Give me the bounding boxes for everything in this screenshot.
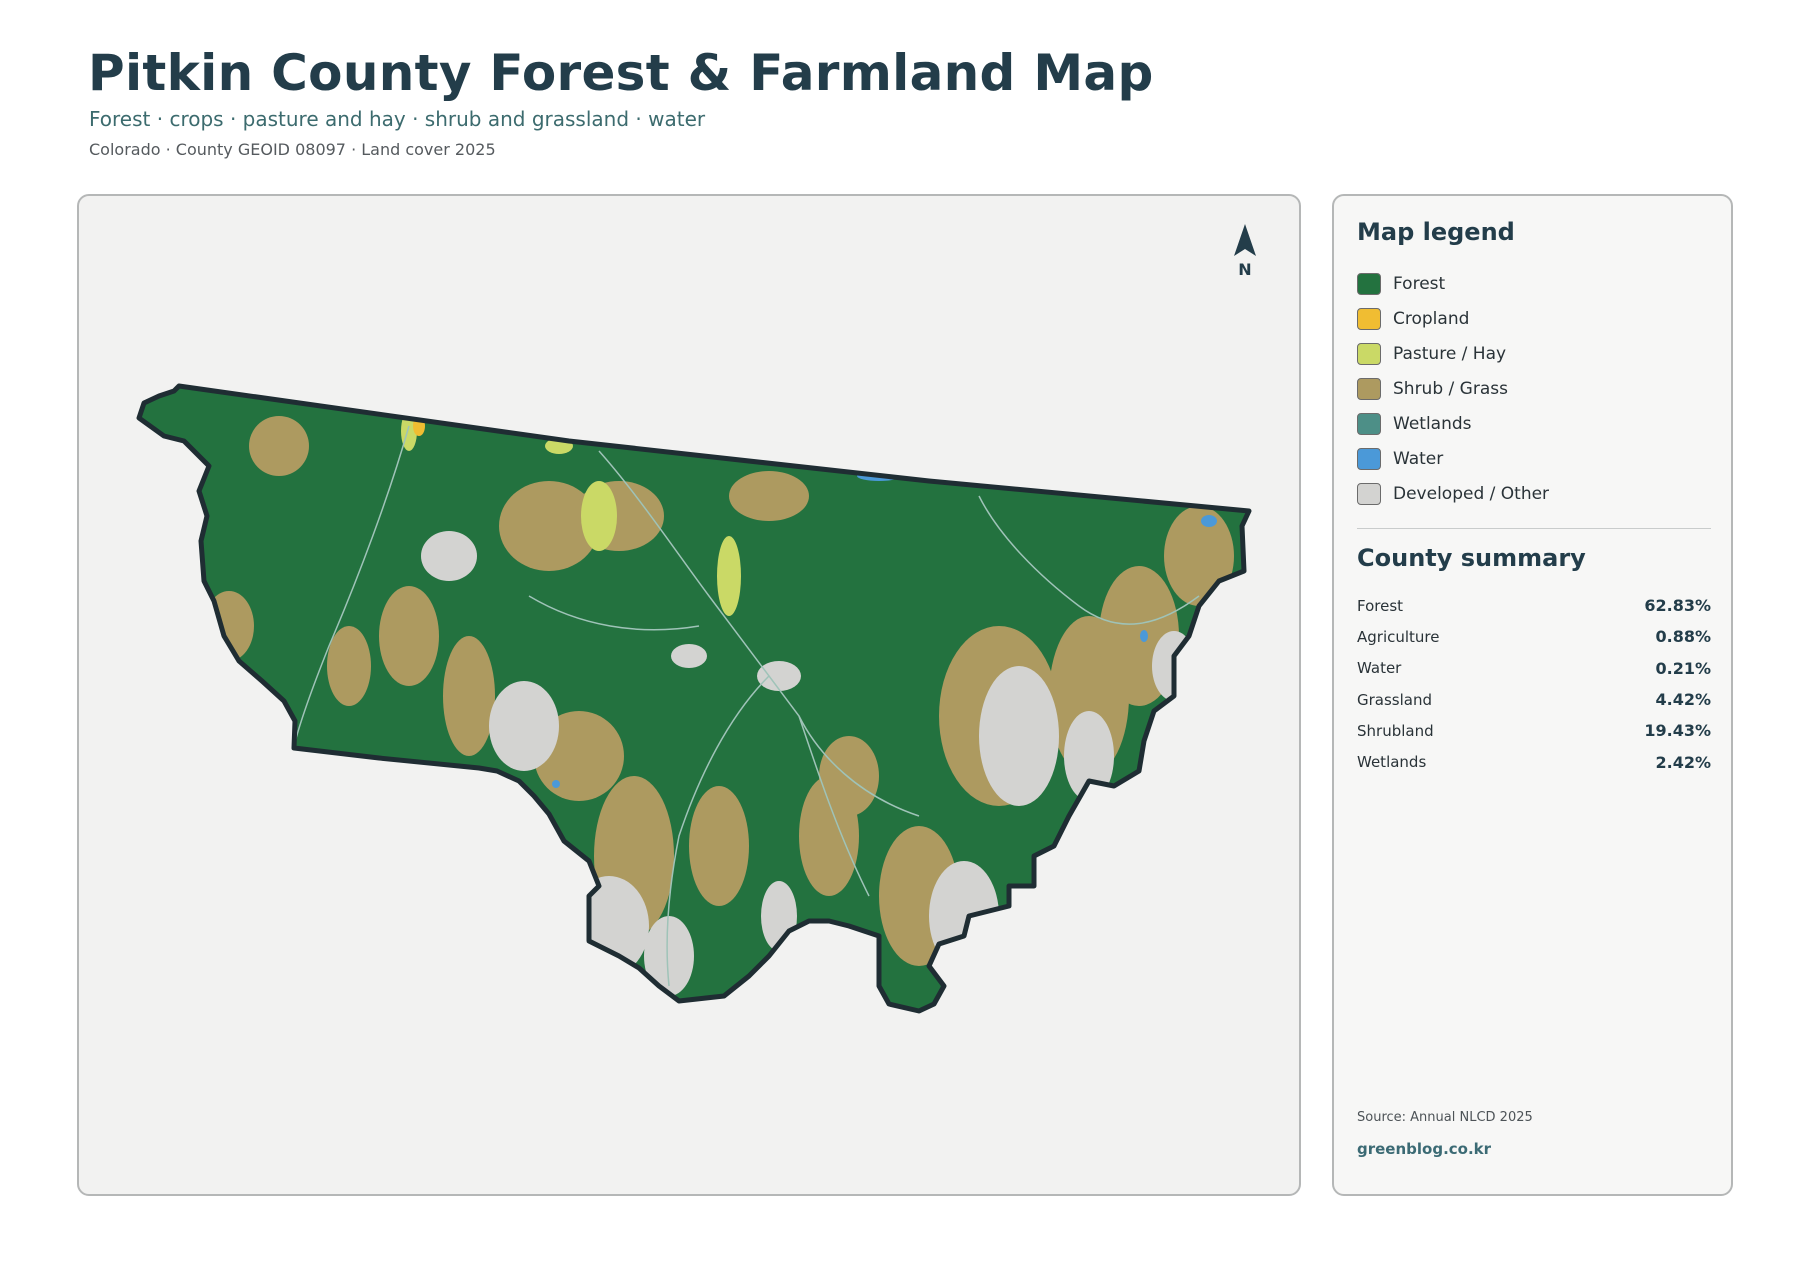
legend-item-wetlands: Wetlands — [1357, 406, 1549, 441]
source-note: Source: Annual NLCD 2025 — [1357, 1110, 1533, 1125]
north-arrow-icon — [1234, 224, 1256, 256]
legend-list: Forest Cropland Pasture / Hay Shrub / Gr… — [1357, 266, 1549, 511]
page-subtitle: Forest · crops · pasture and hay · shrub… — [89, 107, 706, 131]
summary-row-forest: Forest 62.83% — [1357, 590, 1711, 621]
map-panel[interactable]: N — [77, 194, 1301, 1196]
panel-divider — [1357, 528, 1711, 529]
legend-label: Developed / Other — [1393, 483, 1550, 504]
water-swatch-icon — [1357, 447, 1381, 470]
page-meta: Colorado · County GEOID 08097 · Land cov… — [89, 140, 496, 159]
credit-link[interactable]: greenblog.co.kr — [1357, 1140, 1491, 1158]
legend-label: Wetlands — [1393, 413, 1472, 434]
legend-title: Map legend — [1357, 218, 1515, 246]
legend-label: Water — [1393, 448, 1444, 469]
legend-item-water: Water — [1357, 441, 1549, 476]
legend-item-forest: Forest — [1357, 266, 1549, 301]
legend-item-pasture-hay: Pasture / Hay — [1357, 336, 1549, 371]
summary-name: Shrubland — [1357, 721, 1434, 740]
summary-row-grassland: Grassland 4.42% — [1357, 684, 1711, 715]
county-map[interactable] — [79, 196, 1301, 1196]
summary-value: 0.88% — [1655, 627, 1711, 647]
summary-value: 19.43% — [1644, 721, 1711, 741]
north-arrow: N — [1230, 222, 1260, 284]
forest-swatch-icon — [1357, 272, 1381, 295]
side-panel: Map legend Forest Cropland Pasture / Hay… — [1332, 194, 1733, 1196]
summary-row-wetlands: Wetlands 2.42% — [1357, 746, 1711, 777]
land-cover-layer — [139, 386, 1249, 1011]
legend-label: Pasture / Hay — [1393, 343, 1507, 364]
summary-table: Forest 62.83% Agriculture 0.88% Water 0.… — [1357, 590, 1711, 778]
pasture-hay-swatch-icon — [1357, 342, 1381, 365]
summary-name: Wetlands — [1357, 753, 1427, 772]
legend-item-developed-other: Developed / Other — [1357, 476, 1549, 511]
summary-value: 2.42% — [1655, 752, 1711, 772]
legend-label: Cropland — [1393, 308, 1470, 329]
summary-name: Grassland — [1357, 690, 1432, 709]
summary-name: Agriculture — [1357, 627, 1440, 646]
page-title: Pitkin County Forest & Farmland Map — [88, 44, 1154, 102]
legend-label: Shrub / Grass — [1393, 378, 1508, 399]
developed-other-swatch-icon — [1357, 482, 1381, 505]
summary-name: Forest — [1357, 596, 1404, 615]
summary-row-water: Water 0.21% — [1357, 653, 1711, 684]
legend-item-shrub-grass: Shrub / Grass — [1357, 371, 1549, 406]
north-label: N — [1238, 260, 1252, 279]
summary-name: Water — [1357, 659, 1402, 678]
summary-value: 4.42% — [1655, 690, 1711, 710]
shrub-grass-swatch-icon — [1357, 377, 1381, 400]
wetlands-swatch-icon — [1357, 412, 1381, 435]
legend-label: Forest — [1393, 273, 1446, 294]
summary-value: 0.21% — [1655, 658, 1711, 678]
summary-title: County summary — [1357, 544, 1586, 572]
legend-item-cropland: Cropland — [1357, 301, 1549, 336]
summary-value: 62.83% — [1644, 596, 1711, 616]
summary-row-shrubland: Shrubland 19.43% — [1357, 715, 1711, 746]
summary-row-agriculture: Agriculture 0.88% — [1357, 621, 1711, 652]
cropland-swatch-icon — [1357, 307, 1381, 330]
